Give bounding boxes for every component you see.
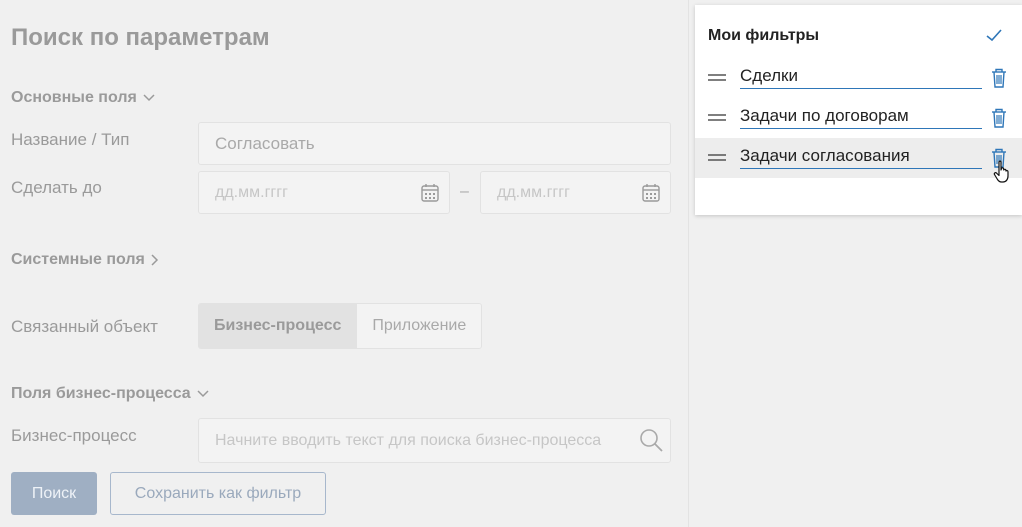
filter-row[interactable]: Задачи согласования (695, 138, 1022, 183)
business-process-input[interactable]: Начните вводить текст для поиска бизнес-… (198, 418, 671, 463)
linked-object-switch: Бизнес-процесс Приложение (198, 303, 483, 349)
panel-divider (688, 0, 689, 527)
option-application[interactable]: Приложение (356, 304, 482, 348)
save-filter-button[interactable]: Сохранить как фильтр (110, 472, 326, 515)
chevron-down-icon (197, 390, 209, 398)
my-filters-panel: Мои фильтры Сделки Задачи по договорам З… (695, 5, 1022, 215)
chevron-down-icon (143, 94, 155, 102)
drag-handle-icon[interactable] (708, 74, 726, 81)
option-business-process[interactable]: Бизнес-процесс (199, 304, 357, 348)
section-process-label: Поля бизнес-процесса (11, 385, 191, 402)
my-filters-title: Мои фильтры (708, 27, 820, 44)
business-process-placeholder: Начните вводить текст для поиска бизнес-… (215, 431, 602, 449)
section-main-label: Основные поля (11, 89, 137, 106)
trash-icon[interactable] (991, 68, 1007, 88)
name-type-value: Согласовать (215, 133, 315, 153)
trash-icon[interactable] (991, 108, 1007, 128)
linked-object-label: Связанный объект (11, 317, 158, 336)
date-to-placeholder: дд.мм.гггг (497, 183, 570, 201)
calendar-icon[interactable] (421, 183, 439, 202)
section-main-toggle[interactable]: Основные поля (11, 89, 155, 107)
filter-name-input[interactable]: Задачи согласования (740, 144, 982, 169)
filter-row[interactable]: Задачи по договорам (695, 98, 1022, 138)
date-from-placeholder: дд.мм.гггг (215, 183, 288, 201)
date-to-input[interactable]: дд.мм.гггг (480, 171, 671, 214)
calendar-icon[interactable] (642, 183, 660, 202)
filter-name-input[interactable]: Задачи по договорам (740, 104, 982, 129)
search-icon[interactable] (638, 427, 664, 453)
section-process-toggle[interactable]: Поля бизнес-процесса (11, 385, 209, 403)
section-system-toggle[interactable]: Системные поля (11, 251, 159, 269)
name-type-label: Название / Тип (11, 130, 130, 149)
check-icon[interactable] (986, 29, 1002, 42)
drag-handle-icon[interactable] (708, 114, 726, 121)
date-range-separator: – (460, 183, 469, 200)
drag-handle-icon[interactable] (708, 154, 726, 161)
page-title: Поиск по параметрам (11, 24, 270, 51)
business-process-label: Бизнес-процесс (11, 426, 137, 445)
search-button[interactable]: Поиск (11, 472, 97, 515)
date-from-input[interactable]: дд.мм.гггг (198, 171, 450, 214)
due-date-label: Сделать до (11, 178, 102, 197)
filter-row[interactable]: Сделки (695, 58, 1022, 98)
section-system-label: Системные поля (11, 251, 145, 268)
name-type-input[interactable]: Согласовать (198, 122, 671, 165)
chevron-right-icon (151, 254, 158, 266)
search-form: Поиск по параметрам Основные поля Назван… (0, 0, 688, 527)
hand-cursor-icon (993, 160, 1009, 183)
filter-name-input[interactable]: Сделки (740, 64, 982, 89)
